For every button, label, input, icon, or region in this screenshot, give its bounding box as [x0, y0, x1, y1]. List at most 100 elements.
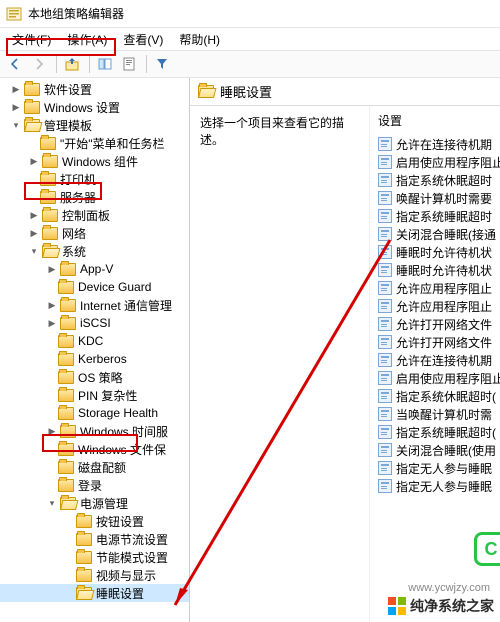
- collapse-icon[interactable]: ▾: [46, 497, 58, 509]
- tree-node-windows-time[interactable]: ▶ Windows 时间服: [0, 422, 189, 440]
- forward-button[interactable]: [28, 53, 50, 75]
- tree-node-windows-components[interactable]: ▶Windows 组件: [0, 152, 189, 170]
- show-hide-tree-button[interactable]: [94, 53, 116, 75]
- tree-node-logon[interactable]: 登录: [0, 476, 189, 494]
- folder-icon: [58, 443, 74, 456]
- setting-item[interactable]: 指定系统睡眠超时(: [370, 423, 500, 441]
- tree-label: Windows 文件保: [78, 441, 166, 458]
- folder-icon: [42, 209, 58, 222]
- menu-action[interactable]: 操作(A): [59, 29, 115, 50]
- folder-icon: [76, 533, 92, 546]
- tree-node-network[interactable]: ▶ 网络: [0, 224, 189, 242]
- tree-node-storage-health[interactable]: Storage Health: [0, 404, 189, 422]
- setting-item[interactable]: 指定无人参与睡眠: [370, 477, 500, 495]
- menu-help[interactable]: 帮助(H): [171, 29, 228, 50]
- setting-item[interactable]: 指定无人参与睡眠: [370, 459, 500, 477]
- tree-node-video-display[interactable]: 视频与显示: [0, 566, 189, 584]
- setting-item[interactable]: 允许在连接待机期: [370, 351, 500, 369]
- tree-node-server[interactable]: 服务器: [0, 188, 189, 206]
- app-icon: [6, 6, 22, 22]
- tree-node-power-management[interactable]: ▾电源管理: [0, 494, 189, 512]
- folder-icon: [58, 461, 74, 474]
- tree-pane[interactable]: ▶软件设置 ▶Windows 设置 ▾管理模板 "开始"菜单和任务栏 ▶Wind…: [0, 78, 190, 622]
- menu-view[interactable]: 查看(V): [115, 29, 171, 50]
- setting-item[interactable]: 指定系统睡眠超时: [370, 207, 500, 225]
- tree-node-device-guard[interactable]: Device Guard: [0, 278, 189, 296]
- setting-item[interactable]: 指定系统休眠超时(: [370, 387, 500, 405]
- setting-label: 指定无人参与睡眠: [396, 460, 492, 477]
- tree-node-system[interactable]: ▾系统: [0, 242, 189, 260]
- tree-node-sleep-settings[interactable]: 睡眠设置: [0, 584, 189, 602]
- expand-icon[interactable]: ▶: [10, 83, 22, 95]
- tree-node-admin-templates[interactable]: ▾管理模板: [0, 116, 189, 134]
- setting-item[interactable]: 允许在连接待机期: [370, 135, 500, 153]
- setting-item[interactable]: 睡眠时允许待机状: [370, 243, 500, 261]
- properties-button[interactable]: [118, 53, 140, 75]
- setting-item[interactable]: 允许打开网络文件: [370, 333, 500, 351]
- setting-item[interactable]: 允许应用程序阻止: [370, 297, 500, 315]
- tree-label: 网络: [62, 225, 86, 242]
- filter-button[interactable]: [151, 53, 173, 75]
- tree-node-software-settings[interactable]: ▶软件设置: [0, 80, 189, 98]
- tree-label: Device Guard: [78, 280, 151, 294]
- tree-label: KDC: [78, 334, 103, 348]
- expand-icon[interactable]: ▶: [10, 101, 22, 113]
- setting-item[interactable]: 允许应用程序阻止: [370, 279, 500, 297]
- tree-node-control-panel[interactable]: ▶控制面板: [0, 206, 189, 224]
- setting-item[interactable]: 关闭混合睡眠(使用: [370, 441, 500, 459]
- back-button[interactable]: [4, 53, 26, 75]
- tree-node-windows-settings[interactable]: ▶ Windows 设置: [0, 98, 189, 116]
- folder-icon: [40, 173, 56, 186]
- tree-node-power-throttle[interactable]: 电源节流设置: [0, 530, 189, 548]
- menu-file[interactable]: 文件(F): [4, 29, 59, 50]
- tree-node-disk-quota[interactable]: 磁盘配额: [0, 458, 189, 476]
- settings-column-header[interactable]: 设置: [370, 110, 500, 135]
- setting-item[interactable]: 唤醒计算机时需要: [370, 189, 500, 207]
- setting-item[interactable]: 关闭混合睡眠(接通: [370, 225, 500, 243]
- tree-node-pin-complexity[interactable]: PIN 复杂性: [0, 386, 189, 404]
- tree-node-printers[interactable]: 打印机: [0, 170, 189, 188]
- details-header: 睡眠设置: [190, 78, 500, 106]
- setting-item[interactable]: 睡眠时允许待机状: [370, 261, 500, 279]
- expand-icon[interactable]: ▶: [46, 317, 58, 329]
- tree-node-appv[interactable]: ▶App-V: [0, 260, 189, 278]
- policy-icon: [378, 425, 392, 439]
- setting-item[interactable]: 启用使应用程序阻止: [370, 369, 500, 387]
- policy-icon: [378, 209, 392, 223]
- tree-node-windows-file-protection[interactable]: Windows 文件保: [0, 440, 189, 458]
- tree-node-kerberos[interactable]: Kerberos: [0, 350, 189, 368]
- setting-label: 允许打开网络文件: [396, 334, 492, 351]
- tree-node-energy-saver[interactable]: 节能模式设置: [0, 548, 189, 566]
- tree-label: Windows 时间服: [80, 423, 168, 440]
- tree-label: 打印机: [60, 171, 96, 188]
- description-text: 选择一个项目来查看它的描述。: [200, 116, 344, 147]
- tree-node-iscsi[interactable]: ▶iSCSI: [0, 314, 189, 332]
- tree-node-kdc[interactable]: KDC: [0, 332, 189, 350]
- collapse-icon[interactable]: ▾: [28, 245, 40, 257]
- watermark-logo-icon: [388, 597, 406, 615]
- expand-icon[interactable]: ▶: [28, 227, 40, 239]
- tree-node-start-menu[interactable]: "开始"菜单和任务栏: [0, 134, 189, 152]
- setting-item[interactable]: 指定系统休眠超时: [370, 171, 500, 189]
- expand-icon[interactable]: ▶: [46, 299, 58, 311]
- expand-icon[interactable]: ▶: [46, 425, 58, 437]
- details-title: 睡眠设置: [220, 82, 272, 101]
- tree-label: 登录: [78, 477, 102, 494]
- setting-item[interactable]: 启用使应用程序阻止: [370, 153, 500, 171]
- expand-icon[interactable]: ▶: [28, 155, 40, 167]
- setting-label: 允许在连接待机期: [396, 136, 492, 153]
- tree-node-os-policy[interactable]: OS 策略: [0, 368, 189, 386]
- tree-label: Windows 设置: [44, 99, 120, 116]
- expand-icon[interactable]: ▶: [46, 263, 58, 275]
- policy-icon: [378, 263, 392, 277]
- folder-open-icon: [60, 497, 76, 510]
- collapse-icon[interactable]: ▾: [10, 119, 22, 131]
- setting-item[interactable]: 允许打开网络文件: [370, 315, 500, 333]
- setting-label: 启用使应用程序阻止: [396, 154, 500, 171]
- expand-icon[interactable]: ▶: [28, 209, 40, 221]
- folder-icon: [60, 317, 76, 330]
- tree-node-button-settings[interactable]: 按钮设置: [0, 512, 189, 530]
- setting-item[interactable]: 当唤醒计算机时需: [370, 405, 500, 423]
- up-button[interactable]: [61, 53, 83, 75]
- tree-node-internet-comm[interactable]: ▶Internet 通信管理: [0, 296, 189, 314]
